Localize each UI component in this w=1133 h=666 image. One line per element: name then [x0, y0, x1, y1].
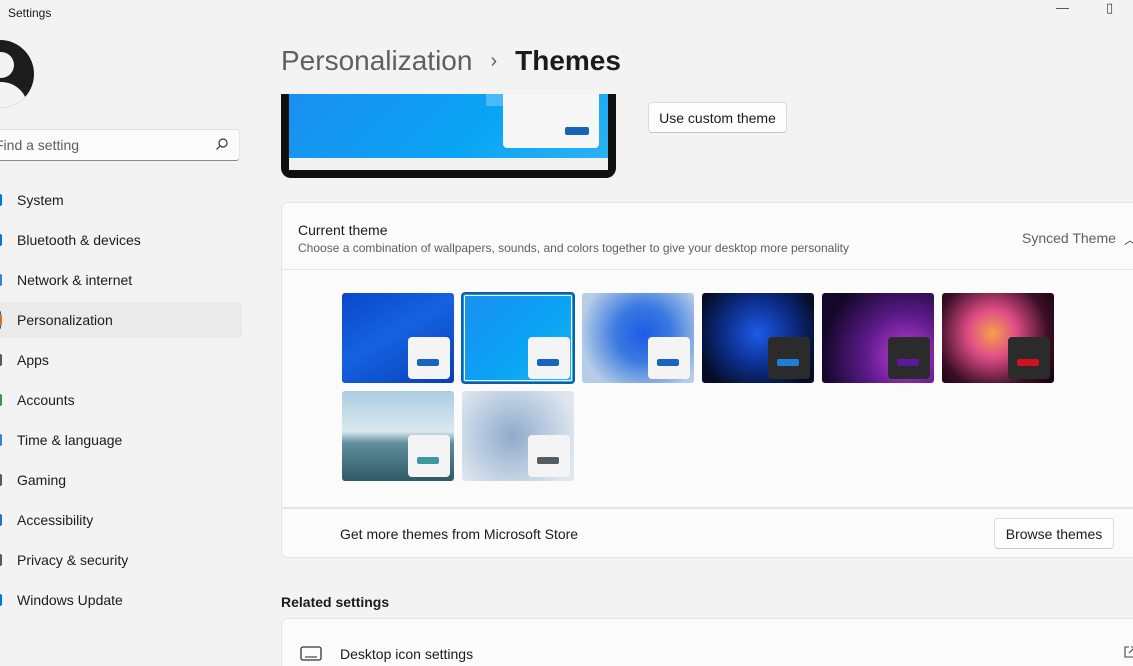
store-label: Get more themes from Microsoft Store: [340, 526, 579, 542]
theme-captured-motion[interactable]: [702, 293, 814, 383]
preview-accent: [565, 127, 589, 135]
theme-preview-window: [768, 337, 810, 379]
theme-accent-bar: [417, 457, 439, 464]
theme-accent-bar: [1017, 359, 1039, 366]
time-icon: [0, 434, 2, 446]
theme-bloom[interactable]: [462, 391, 574, 481]
theme-accent-bar: [417, 359, 439, 366]
sidebar-item-time[interactable]: Time & language: [0, 422, 242, 458]
bluetooth-icon: [0, 234, 2, 246]
avatar-head: [0, 52, 14, 78]
sidebar-item-label: Bluetooth & devices: [17, 232, 141, 248]
sidebar-item-bluetooth[interactable]: Bluetooth & devices: [0, 222, 242, 258]
sidebar-item-label: System: [17, 192, 64, 208]
preview-taskbar: [289, 158, 608, 170]
sidebar-item-label: Apps: [17, 352, 49, 368]
page-title: Themes: [515, 45, 621, 76]
sidebar-item-label: Gaming: [17, 472, 67, 488]
theme-preview-window: [408, 435, 450, 477]
sidebar-item-label: Time & language: [17, 432, 123, 448]
maximize-button[interactable]: ▯: [1106, 0, 1113, 16]
theme-accent-bar: [537, 457, 559, 464]
search-icon[interactable]: [215, 137, 229, 151]
theme-preview-window: [528, 337, 570, 379]
sidebar-item-accessibility[interactable]: Accessibility: [0, 502, 242, 538]
current-theme-description: Choose a combination of wallpapers, soun…: [298, 241, 849, 255]
current-theme-title: Current theme: [298, 222, 388, 238]
theme-preview-window: [408, 337, 450, 379]
sidebar-item-label: Privacy & security: [17, 552, 129, 568]
accessibility-icon: [0, 514, 2, 526]
search-box[interactable]: [0, 129, 240, 161]
sidebar-item-label: Accounts: [17, 392, 75, 408]
theme-accent-bar: [657, 359, 679, 366]
avatar[interactable]: [0, 40, 34, 108]
current-theme-header[interactable]: Current theme Choose a combination of wa…: [281, 202, 1133, 270]
preview-window: [503, 94, 599, 148]
sidebar-item-shield[interactable]: Privacy & security: [0, 542, 242, 578]
system-icon: [0, 194, 2, 206]
sidebar-item-system[interactable]: System: [0, 182, 242, 218]
theme-gallery: [281, 270, 1133, 508]
personalization-icon: [0, 314, 2, 326]
sidebar-item-label: Windows Update: [17, 592, 123, 608]
sidebar-item-update[interactable]: Windows Update: [0, 582, 242, 618]
sidebar-nav: System Bluetooth & devices Network & inter…: [0, 182, 242, 622]
accounts-icon: [0, 394, 2, 406]
gaming-icon: [0, 474, 2, 486]
theme-windows-light[interactable]: [461, 292, 575, 384]
related-settings-heading: Related settings: [281, 594, 390, 610]
theme-preview: [281, 94, 616, 178]
minimize-button[interactable]: —: [1056, 0, 1069, 15]
browse-themes-button[interactable]: Browse themes: [994, 518, 1114, 549]
network-icon: [0, 274, 2, 286]
sidebar-item-accounts[interactable]: Accounts: [0, 382, 242, 418]
theme-preview-window: [528, 435, 570, 477]
theme-lake[interactable]: [342, 391, 454, 481]
chevron-up-icon[interactable]: ︿: [1124, 231, 1133, 248]
sidebar-item-gaming[interactable]: Gaming: [0, 462, 242, 498]
theme-sunrise[interactable]: [822, 293, 934, 383]
sidebar-item-label: Personalization: [17, 312, 113, 328]
theme-flow[interactable]: [942, 293, 1054, 383]
open-external-icon[interactable]: [1124, 646, 1133, 658]
update-icon: [0, 594, 2, 606]
monitor-icon: [300, 646, 322, 661]
shield-icon: [0, 554, 2, 566]
theme-accent-bar: [537, 359, 559, 366]
theme-preview-window: [648, 337, 690, 379]
desktop-icon-settings-row[interactable]: Desktop icon settings: [281, 618, 1133, 666]
use-custom-theme-button[interactable]: Use custom theme: [648, 102, 787, 133]
theme-accent-bar: [777, 359, 799, 366]
theme-windows-blue[interactable]: [342, 293, 454, 383]
apps-icon: [0, 354, 2, 366]
app-title: Settings: [8, 6, 52, 20]
chevron-right-icon: ›: [490, 49, 498, 72]
sidebar-item-label: Network & internet: [17, 272, 133, 288]
store-row: Get more themes from Microsoft Store Bro…: [281, 508, 1133, 558]
avatar-body: [0, 82, 28, 108]
theme-preview-window: [1008, 337, 1050, 379]
current-theme-value: Synced Theme: [1022, 230, 1116, 246]
sidebar-item-apps[interactable]: Apps: [0, 342, 242, 378]
search-input[interactable]: [0, 137, 195, 153]
desktop-icon-settings-label: Desktop icon settings: [340, 646, 474, 662]
theme-accent-bar: [897, 359, 919, 366]
sidebar-item-label: Accessibility: [17, 512, 94, 528]
breadcrumb-parent[interactable]: Personalization: [281, 45, 472, 77]
breadcrumb: Personalization › Themes: [281, 45, 621, 77]
theme-preview-window: [888, 337, 930, 379]
theme-glow[interactable]: [582, 293, 694, 383]
sidebar-item-personalization[interactable]: Personalization: [0, 302, 242, 338]
sidebar-item-network[interactable]: Network & internet: [0, 262, 242, 298]
